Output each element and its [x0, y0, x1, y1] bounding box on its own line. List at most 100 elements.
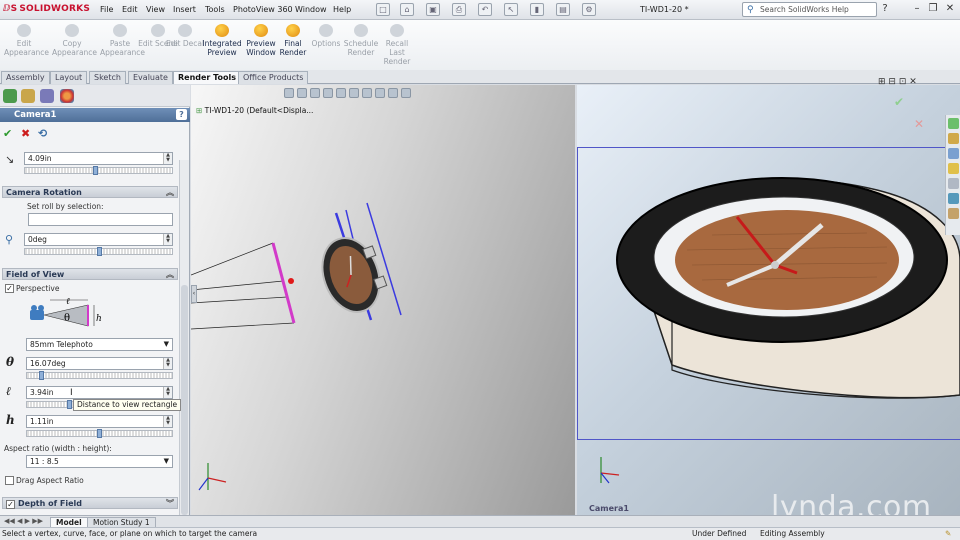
menu-view[interactable]: View	[146, 5, 165, 14]
view-height-slider[interactable]	[26, 429, 173, 438]
display-manager-icon[interactable]	[60, 89, 74, 103]
zoom-to-fit-icon[interactable]	[284, 88, 294, 98]
distance-spinner[interactable]: ▲ ▼	[163, 153, 172, 164]
resources-icon[interactable]	[948, 118, 959, 129]
panel-collapse-handle[interactable]: ‹	[191, 285, 197, 303]
select-icon[interactable]: ↖	[504, 3, 518, 16]
flyout-tree-item[interactable]: ⊞ TI-WD1-20 (Default<Displa...	[196, 106, 313, 115]
rotation-slider[interactable]	[24, 247, 173, 256]
collapse-chevron-icon[interactable]: ︽	[166, 269, 174, 280]
confirm-check-icon[interactable]: ✔	[894, 95, 904, 109]
section-view-icon[interactable]	[323, 88, 333, 98]
graphics-area[interactable]: ⊞ TI-WD1-20 (Default<Displa...	[191, 85, 575, 515]
edit-decal-button[interactable]: Edit Decal	[165, 24, 205, 48]
property-manager-scrollbar[interactable]	[179, 160, 189, 515]
cancel-x-icon[interactable]: ✖	[21, 127, 30, 140]
solidworks-logo[interactable]: ⅅS SOLIDWORKS	[3, 4, 90, 14]
hide-show-icon[interactable]	[362, 88, 372, 98]
options-button[interactable]: Options	[306, 24, 346, 48]
view-palette-icon[interactable]	[948, 178, 959, 189]
depth-of-field-group[interactable]: ✓ Depth of Field ︾	[2, 497, 178, 509]
file-properties-icon[interactable]: ▤	[556, 3, 570, 16]
tab-evaluate[interactable]: Evaluate	[128, 71, 173, 84]
slider-knob[interactable]	[39, 371, 44, 380]
apply-scene-icon[interactable]	[388, 88, 398, 98]
minimize-button[interactable]: –	[910, 3, 924, 16]
help-icon[interactable]: ?	[176, 109, 187, 120]
configuration-icon[interactable]	[40, 89, 54, 103]
options-icon[interactable]: ⚙	[582, 3, 596, 16]
copy-appearance-button[interactable]: Copy Appearance	[52, 24, 97, 57]
appearances-icon[interactable]	[948, 193, 959, 204]
close-viewport-icon[interactable]: ✕	[909, 77, 917, 87]
view-orientation-icon[interactable]	[336, 88, 346, 98]
collapse-chevron-icon[interactable]: ︽	[166, 187, 174, 198]
menu-help[interactable]: Help	[333, 5, 351, 14]
custom-properties-icon[interactable]	[948, 208, 959, 219]
slider-knob[interactable]	[67, 400, 72, 409]
rotation-angle-field[interactable]: 0deg ▲ ▼	[24, 233, 173, 246]
aspect-ratio-dropdown[interactable]: 11 : 8.5 ▼	[26, 455, 173, 468]
expand-chevron-icon[interactable]: ︾	[166, 498, 174, 509]
h-spinner[interactable]: ▲ ▼	[163, 416, 172, 427]
integrated-preview-button[interactable]: Integrated Preview	[201, 24, 243, 57]
search-results-icon[interactable]	[948, 163, 959, 174]
theta-spinner[interactable]: ▲ ▼	[163, 358, 172, 369]
detailed-preview-icon[interactable]: ⟲	[38, 127, 47, 140]
zoom-to-area-icon[interactable]	[297, 88, 307, 98]
view-height-field[interactable]: 1.11in ▲ ▼	[26, 415, 173, 428]
undo-icon[interactable]: ↶	[478, 3, 492, 16]
restore-viewport-icon[interactable]: ⊡	[899, 77, 907, 87]
paste-appearance-button[interactable]: Paste Appearance	[100, 24, 145, 57]
view-angle-slider[interactable]	[26, 371, 173, 380]
file-explorer-icon[interactable]	[948, 148, 959, 159]
distance-slider[interactable]	[24, 166, 173, 175]
menu-insert[interactable]: Insert	[173, 5, 196, 14]
scroll-left-icon[interactable]: ◀◀ ◀ ▶ ▶▶	[4, 517, 43, 525]
distance-field[interactable]: 4.09in ▲ ▼	[24, 152, 173, 165]
drag-aspect-checkbox[interactable]	[5, 476, 14, 485]
edit-appearance-button[interactable]: Edit Appearance	[4, 24, 49, 57]
angle-spinner[interactable]: ▲ ▼	[163, 234, 172, 245]
slider-knob[interactable]	[97, 429, 102, 438]
feature-tree-icon[interactable]	[3, 89, 17, 103]
close-button[interactable]: ✕	[943, 3, 957, 16]
new-document-icon[interactable]: □	[376, 3, 390, 16]
display-style-icon[interactable]	[349, 88, 359, 98]
search-input[interactable]: ⚲ Search SolidWorks Help	[742, 2, 877, 17]
field-of-view-group[interactable]: Field of View ︽	[2, 268, 178, 280]
edit-appearance-icon[interactable]	[375, 88, 385, 98]
depth-of-field-checkbox[interactable]: ✓	[6, 500, 15, 509]
schedule-render-button[interactable]: Schedule Render	[341, 24, 381, 57]
l-spinner[interactable]: ▲ ▼	[163, 387, 172, 398]
view-distance-field[interactable]: 3.94in ▲ ▼	[26, 386, 173, 399]
open-folder-icon[interactable]: ⌂	[400, 3, 414, 16]
rebuild-status-icon[interactable]: ✎	[945, 528, 951, 540]
menu-window[interactable]: Window	[295, 5, 327, 14]
save-icon[interactable]: ▣	[426, 3, 440, 16]
menu-edit[interactable]: Edit	[122, 5, 138, 14]
recall-last-render-button[interactable]: Recall Last Render	[377, 24, 417, 66]
cancel-x-icon[interactable]: ✕	[914, 117, 924, 131]
menu-photoview[interactable]: PhotoView 360	[233, 5, 293, 14]
tab-sketch[interactable]: Sketch	[89, 71, 126, 84]
property-manager-icon[interactable]	[21, 89, 35, 103]
perspective-checkbox[interactable]: ✓	[5, 284, 14, 293]
tab-office-products[interactable]: Office Products	[238, 71, 309, 84]
view-settings-icon[interactable]	[401, 88, 411, 98]
tab-assembly[interactable]: Assembly	[1, 71, 50, 84]
scrollbar-thumb[interactable]	[181, 285, 188, 515]
maximize-viewport-icon[interactable]: ⊞	[878, 77, 886, 87]
roll-selection-field[interactable]	[28, 213, 173, 226]
ok-check-icon[interactable]: ✔	[3, 127, 12, 140]
slider-knob[interactable]	[97, 247, 102, 256]
restore-button[interactable]: ❐	[926, 3, 940, 16]
split-viewport-icon[interactable]: ⊟	[888, 77, 896, 87]
slider-knob[interactable]	[93, 166, 98, 175]
tab-render-tools[interactable]: Render Tools	[173, 71, 242, 84]
print-icon[interactable]: ⎙	[452, 3, 466, 16]
design-library-icon[interactable]	[948, 133, 959, 144]
menu-file[interactable]: File	[100, 5, 113, 14]
camera-rotation-group[interactable]: Camera Rotation ︽	[2, 186, 178, 198]
menu-tools[interactable]: Tools	[205, 5, 225, 14]
